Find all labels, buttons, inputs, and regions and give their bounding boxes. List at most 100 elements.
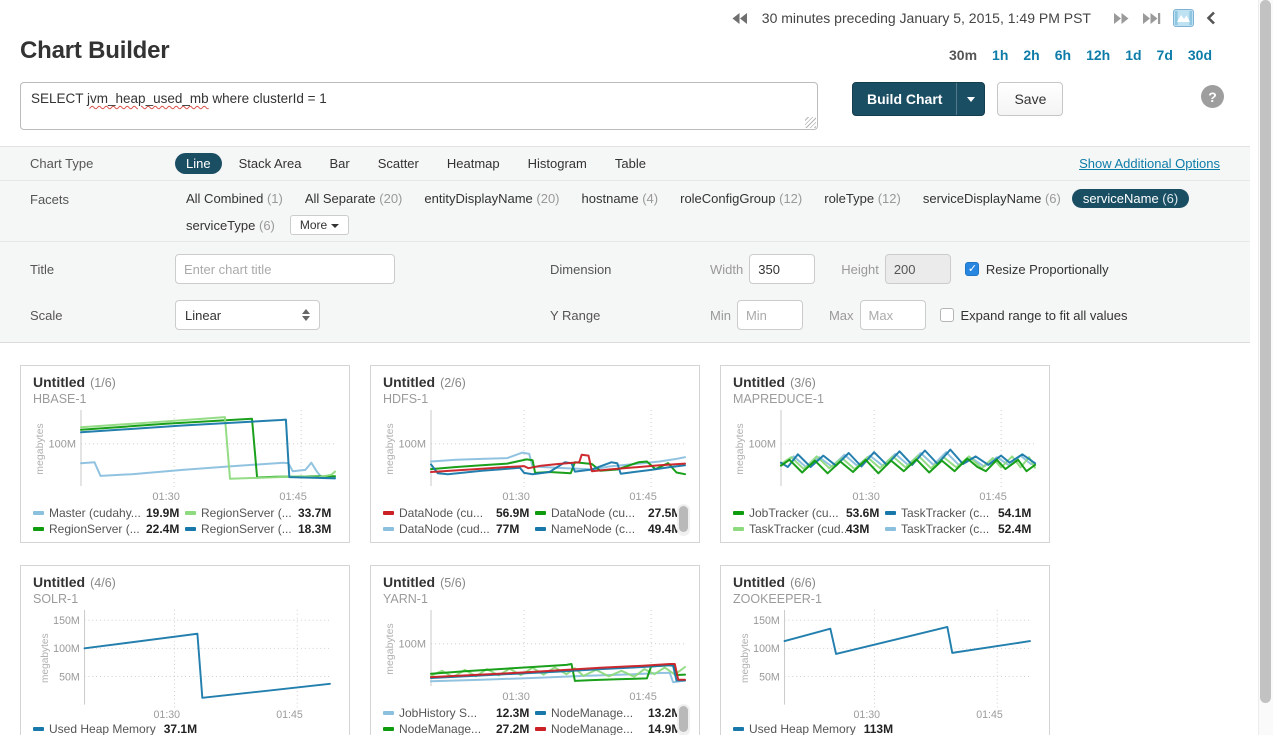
legend-item[interactable]: Master (cudahy...19.9M (33, 505, 185, 521)
page-scrollbar-track[interactable] (1258, 0, 1273, 735)
legend-swatch-icon (33, 727, 44, 731)
width-input[interactable] (749, 254, 815, 284)
chart-type-line[interactable]: Line (175, 153, 222, 174)
chart-plot[interactable]: 150M100M50M01:3001:45megabytes (33, 607, 339, 721)
facet-All Separate[interactable]: All Separate (20) (294, 189, 414, 208)
legend-item[interactable]: TaskTracker (cud...43M (733, 521, 885, 537)
legend-item[interactable]: RegionServer (...33.7M (185, 505, 337, 521)
legend-item[interactable]: TaskTracker (c...54.1M (885, 505, 1037, 521)
facet-entityDisplayName[interactable]: entityDisplayName (20) (413, 189, 570, 208)
legend-scrollbar[interactable] (677, 704, 690, 735)
facet-hostname[interactable]: hostname (4) (571, 189, 670, 208)
chart-subtitle: MAPREDUCE-1 (733, 392, 1037, 407)
legend-item[interactable]: JobTracker (cu...53.6M (733, 505, 885, 521)
legend-label: DataNode (cu... (551, 506, 648, 520)
time-range-1h[interactable]: 1h (992, 47, 1008, 63)
resize-proportionally-label: Resize Proportionally (986, 262, 1109, 277)
legend-item[interactable]: Used Heap Memory37.1M (33, 721, 337, 735)
query-input[interactable]: SELECT jvm_heap_used_mb where clusterId … (20, 82, 818, 130)
time-range-30d[interactable]: 30d (1188, 47, 1212, 63)
chart-type-scatter[interactable]: Scatter (367, 153, 430, 174)
svg-text:100M: 100M (398, 439, 426, 451)
svg-text:01:30: 01:30 (502, 691, 530, 703)
legend-item[interactable]: NameNode (c...49.4M (535, 521, 687, 537)
time-range-30m[interactable]: 30m (949, 47, 977, 63)
legend-swatch-icon (733, 511, 744, 515)
svg-text:megabytes: megabytes (40, 633, 51, 683)
time-marker-icon[interactable] (1173, 9, 1194, 27)
chart-type-stack-area[interactable]: Stack Area (228, 153, 313, 174)
legend-item[interactable]: NodeManage...27.2M (383, 721, 535, 735)
legend-item[interactable]: RegionServer (...18.3M (185, 521, 337, 537)
legend-value: 12.3M (496, 706, 529, 720)
facets-row: Facets All Combined (1)All Separate (20)… (0, 181, 1250, 242)
legend-item[interactable]: DataNode (cu...27.5M (535, 505, 687, 521)
chart-title-input[interactable] (175, 254, 395, 284)
facet-serviceDisplayName[interactable]: serviceDisplayName (6) (912, 189, 1072, 208)
time-range-12h[interactable]: 12h (1086, 47, 1110, 63)
time-range-7d[interactable]: 7d (1157, 47, 1173, 63)
legend-item[interactable]: NodeManage...14.9M (535, 721, 687, 735)
scale-select[interactable]: Linear (175, 300, 320, 330)
chart-index: (3/6) (790, 376, 816, 390)
legend-scrollbar[interactable] (677, 504, 690, 536)
save-button[interactable]: Save (997, 82, 1063, 116)
legend-value: 37.1M (164, 722, 197, 735)
time-range-6h[interactable]: 6h (1055, 47, 1071, 63)
legend-swatch-icon (383, 527, 394, 531)
chart-plot[interactable]: 100M01:3001:45megabytes (33, 407, 339, 503)
expand-range-checkbox[interactable] (940, 308, 954, 322)
charts-grid: Untitled(1/6)HBASE-1100M01:3001:45megaby… (0, 343, 1250, 735)
facet-serviceName[interactable]: serviceName (6) (1072, 189, 1189, 208)
chart-type-table[interactable]: Table (604, 153, 657, 174)
legend-item[interactable]: Used Heap Memory113M (733, 721, 1037, 735)
facets-label: Facets (30, 189, 175, 207)
legend-item[interactable]: TaskTracker (c...52.4M (885, 521, 1037, 537)
chart-card-3: Untitled(3/6)MAPREDUCE-1100M01:3001:45me… (720, 365, 1050, 543)
chevron-left-icon[interactable] (1206, 11, 1216, 25)
time-range-1d[interactable]: 1d (1125, 47, 1141, 63)
chart-card-title-row: Untitled(3/6) (733, 374, 1037, 391)
facet-roleType[interactable]: roleType (12) (813, 189, 912, 208)
legend-item[interactable]: DataNode (cu...56.9M (383, 505, 535, 521)
facets-more-button[interactable]: More (290, 215, 349, 235)
chart-plot[interactable]: 100M01:3001:45megabytes (733, 407, 1039, 503)
chart-plot[interactable]: 100M01:3001:45megabytes (383, 607, 689, 703)
chart-type-heatmap[interactable]: Heatmap (436, 153, 511, 174)
svg-text:megabytes: megabytes (34, 423, 46, 474)
yrange-min-input[interactable] (737, 300, 803, 330)
build-chart-dropdown-toggle[interactable] (956, 83, 984, 115)
facet-serviceType[interactable]: serviceType (6) (175, 216, 286, 235)
rewind-icon[interactable] (731, 12, 748, 25)
legend-item[interactable]: NodeManage...13.2M (535, 705, 687, 721)
options-panel: Chart Type LineStack AreaBarScatterHeatm… (0, 146, 1250, 343)
show-additional-options-link[interactable]: Show Additional Options (1079, 156, 1220, 171)
yrange-max-input[interactable] (860, 300, 926, 330)
legend-item[interactable]: JobHistory S...12.3M (383, 705, 535, 721)
resize-proportionally-checkbox[interactable] (965, 262, 979, 276)
build-chart-button[interactable]: Build Chart (853, 91, 956, 107)
skip-to-now-icon[interactable] (1142, 12, 1161, 25)
facet-All Combined[interactable]: All Combined (1) (175, 189, 294, 208)
height-input[interactable] (885, 254, 951, 284)
legend-swatch-icon (535, 711, 546, 715)
chart-type-bar[interactable]: Bar (318, 153, 360, 174)
chart-plot[interactable]: 150M100M50M01:3001:45megabytes (733, 607, 1039, 721)
legend-swatch-icon (383, 511, 394, 515)
page-scrollbar-thumb[interactable] (1260, 0, 1271, 703)
fast-forward-icon[interactable] (1113, 12, 1130, 25)
legend-item[interactable]: RegionServer (...22.4M (33, 521, 185, 537)
facet-roleConfigGroup[interactable]: roleConfigGroup (12) (669, 189, 813, 208)
legend-swatch-icon (535, 727, 546, 731)
chart-type-row: Chart Type LineStack AreaBarScatterHeatm… (0, 147, 1250, 181)
svg-text:150M: 150M (53, 615, 80, 627)
time-range-2h[interactable]: 2h (1023, 47, 1039, 63)
chart-type-histogram[interactable]: Histogram (517, 153, 598, 174)
query-metric: jvm_heap_used_mb (87, 91, 209, 106)
legend-item[interactable]: DataNode (cud...77M (383, 521, 535, 537)
chart-index: (4/6) (90, 576, 116, 590)
legend-label: Master (cudahy... (49, 506, 146, 520)
help-icon[interactable]: ? (1201, 85, 1224, 108)
chart-plot[interactable]: 100M01:3001:45megabytes (383, 407, 689, 503)
legend-value: 52.4M (998, 522, 1031, 536)
